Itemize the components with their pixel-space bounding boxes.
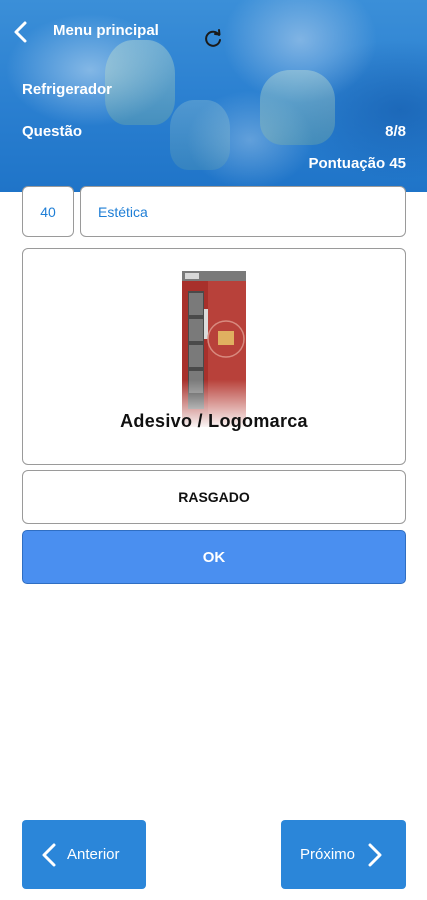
refrigerator-image bbox=[180, 269, 250, 427]
equipment-name: Refrigerador bbox=[22, 81, 113, 98]
item-image-label: Adesivo / Logomarca bbox=[120, 411, 308, 431]
previous-button-label: Anterior bbox=[67, 846, 120, 863]
question-progress: 8/8 bbox=[385, 123, 406, 140]
background-glass-decoration bbox=[105, 40, 175, 125]
ok-button[interactable]: OK bbox=[22, 530, 406, 584]
background-glass-decoration bbox=[260, 70, 335, 145]
answer-label: RASGADO bbox=[178, 489, 250, 505]
previous-button[interactable]: Anterior bbox=[22, 820, 146, 889]
score-text: Pontuação 45 bbox=[308, 155, 406, 172]
category-label: Estética bbox=[98, 203, 148, 220]
next-button[interactable]: Próximo bbox=[281, 820, 406, 889]
header-banner: Menu principal Refrigerador Questão 8/8 … bbox=[0, 0, 427, 192]
answer-option[interactable]: RASGADO bbox=[22, 470, 406, 524]
next-button-label: Próximo bbox=[300, 846, 356, 863]
page-title: Menu principal bbox=[53, 22, 159, 39]
item-number: 40 bbox=[40, 203, 56, 220]
chevron-right-icon bbox=[366, 842, 384, 872]
back-chevron-icon[interactable] bbox=[8, 18, 34, 46]
item-number-box: 40 bbox=[22, 186, 74, 237]
category-box: Estética bbox=[80, 186, 406, 237]
chevron-left-icon bbox=[40, 842, 58, 872]
refresh-icon[interactable] bbox=[202, 28, 224, 50]
question-label: Questão bbox=[22, 123, 83, 140]
background-glass-decoration bbox=[170, 100, 230, 170]
ok-button-label: OK bbox=[202, 548, 226, 566]
item-image-card: Adesivo / Logomarca bbox=[22, 248, 406, 465]
